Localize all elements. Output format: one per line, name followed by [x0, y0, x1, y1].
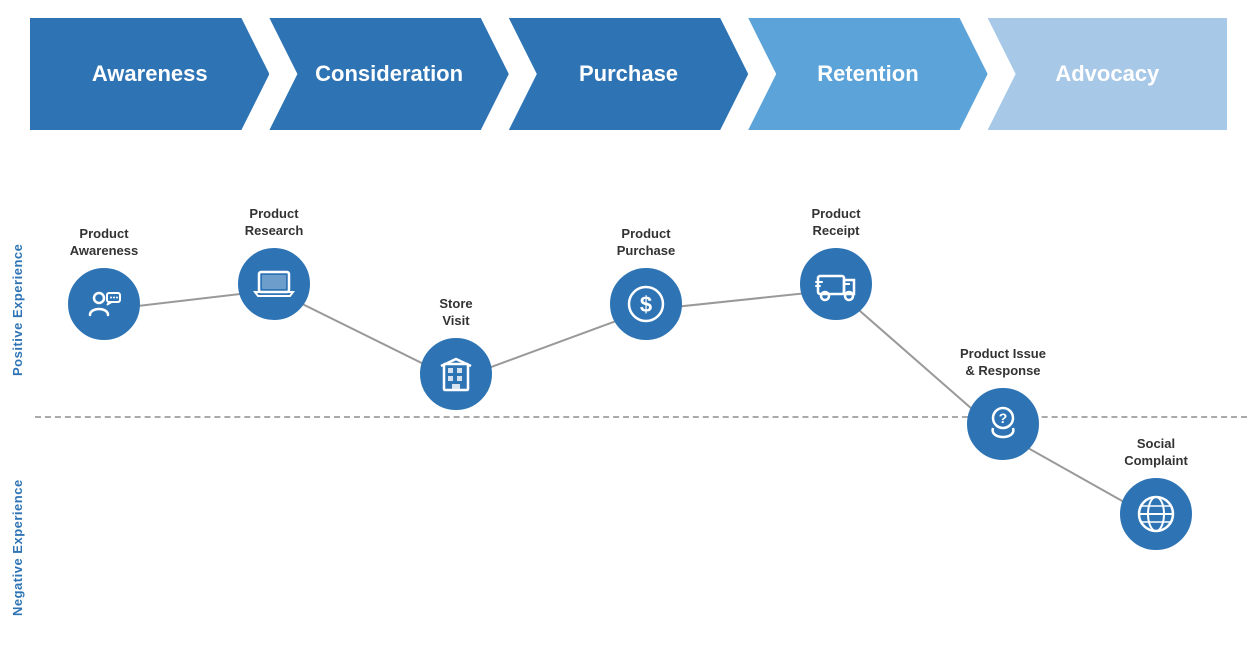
stage-retention-label: Retention — [817, 61, 918, 87]
stage-advocacy-label: Advocacy — [1055, 61, 1159, 87]
tp-complaint-label: SocialComplaint — [1124, 436, 1188, 470]
tp-awareness-circle — [68, 268, 140, 340]
stage-awareness-label: Awareness — [92, 61, 208, 87]
svg-text:$: $ — [640, 292, 652, 317]
tp-research-circle — [238, 248, 310, 320]
stage-retention: Retention — [748, 18, 987, 130]
tp-issue-label: Product Issue& Response — [960, 346, 1046, 380]
touchpoint-awareness: ProductAwareness — [68, 226, 140, 340]
touchpoint-complaint: SocialComplaint — [1120, 436, 1192, 550]
main-container: Awareness Consideration Purchase Retenti… — [0, 18, 1257, 649]
tp-issue-circle: ? — [967, 388, 1039, 460]
tp-receipt-circle — [800, 248, 872, 320]
touchpoint-research: ProductResearch — [238, 206, 310, 320]
touchpoint-receipt: ProductReceipt — [800, 206, 872, 320]
tp-purchase-circle: $ — [610, 268, 682, 340]
stage-purchase: Purchase — [509, 18, 748, 130]
touchpoint-purchase: ProductPurchase $ — [610, 226, 682, 340]
touchpoint-issue: Product Issue& Response ? — [960, 346, 1046, 460]
tp-purchase-label: ProductPurchase — [617, 226, 676, 260]
touchpoint-store: StoreVisit — [420, 296, 492, 410]
svg-text:?: ? — [999, 410, 1008, 426]
tp-complaint-circle — [1120, 478, 1192, 550]
positive-experience-label: Positive Experience — [10, 196, 25, 376]
stage-awareness: Awareness — [30, 18, 269, 130]
stage-consideration-label: Consideration — [315, 61, 463, 87]
tp-store-label: StoreVisit — [439, 296, 472, 330]
tp-store-circle — [420, 338, 492, 410]
stage-advocacy: Advocacy — [988, 18, 1227, 130]
tp-awareness-label: ProductAwareness — [70, 226, 138, 260]
journey-area: Positive Experience Negative Experience … — [0, 166, 1257, 649]
stage-purchase-label: Purchase — [579, 61, 678, 87]
tp-receipt-label: ProductReceipt — [811, 206, 860, 240]
negative-experience-label: Negative Experience — [10, 436, 25, 616]
tp-research-label: ProductResearch — [245, 206, 304, 240]
experience-divider — [35, 416, 1247, 418]
stage-consideration: Consideration — [269, 18, 508, 130]
stage-banner: Awareness Consideration Purchase Retenti… — [0, 18, 1257, 130]
